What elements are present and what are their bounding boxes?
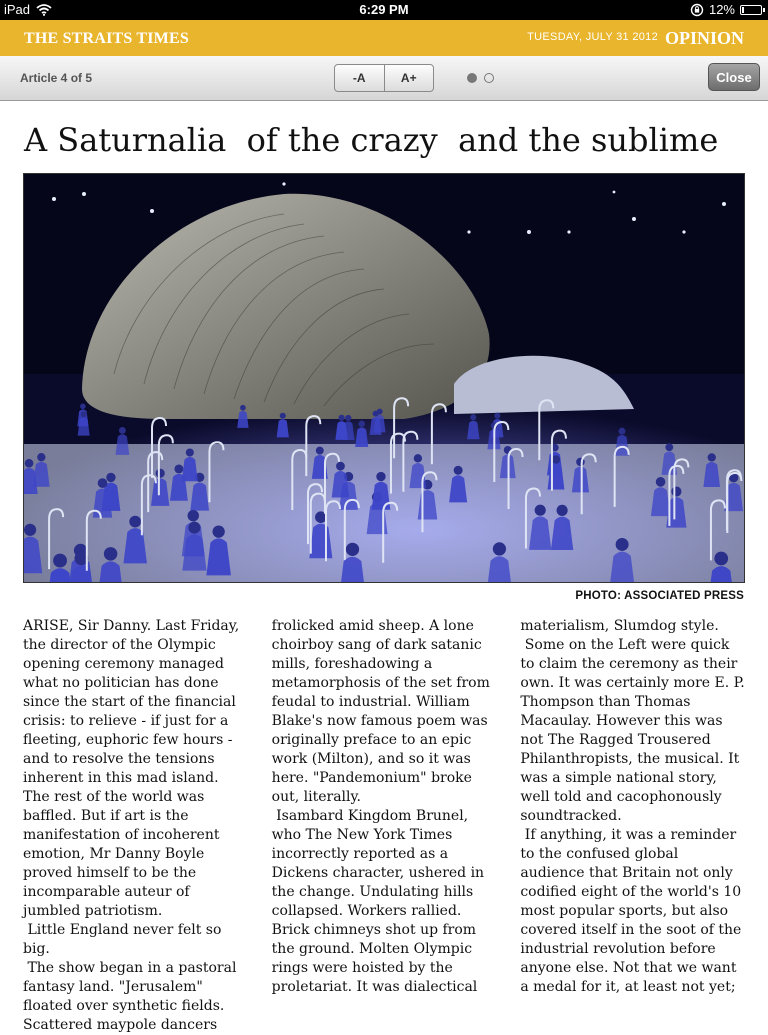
increase-font-button[interactable]: A+ xyxy=(383,65,434,91)
article-toolbar: Article 4 of 5 -A A+ Close xyxy=(0,56,768,101)
clock: 6:29 PM xyxy=(359,2,409,17)
paragraph: If anything, it was a reminder to the co… xyxy=(520,827,746,995)
text-column: frolicked amid sheep. A lone choirboy sa… xyxy=(272,617,497,1035)
paragraph: Little England never felt so big. xyxy=(23,922,226,957)
article-counter: Article 4 of 5 xyxy=(20,71,93,85)
page-indicator[interactable] xyxy=(467,73,494,83)
section-title: OPINION xyxy=(664,28,744,48)
battery-level xyxy=(742,6,745,13)
edition-date: TUESDAY, JULY 31 2012 xyxy=(527,31,658,43)
photo-credit: PHOTO: ASSOCIATED PRESS xyxy=(575,590,744,602)
paragraph: materialism, Slumdog style. xyxy=(520,618,719,634)
decrease-font-button[interactable]: -A xyxy=(335,65,384,91)
newspaper-logo: THE STRAITS TIMES xyxy=(24,30,189,47)
status-bar: iPad 6:29 PM 12% xyxy=(0,0,768,20)
page-dot[interactable] xyxy=(467,73,477,83)
text-column: ARISE, Sir Danny. Last Friday, the direc… xyxy=(23,617,248,1035)
close-button[interactable]: Close xyxy=(708,63,760,91)
paragraph: frolicked amid sheep. A lone choirboy sa… xyxy=(271,618,495,805)
paragraph: Some on the Left were quick to claim the… xyxy=(520,637,750,824)
article-body: ARISE, Sir Danny. Last Friday, the direc… xyxy=(23,617,745,1035)
masthead: THE STRAITS TIMES TUESDAY, JULY 31 2012 … xyxy=(0,20,768,56)
article-photo xyxy=(23,173,745,583)
battery-percent: 12% xyxy=(708,2,735,17)
battery-icon xyxy=(740,4,765,15)
text-column: materialism, Slumdog style. Some on the … xyxy=(520,617,745,1035)
paragraph: Isambard Kingdom Brunel, who The New Yor… xyxy=(271,808,489,995)
font-size-control: -A A+ xyxy=(334,64,434,92)
paragraph: ARISE, Sir Danny. Last Friday, the direc… xyxy=(23,618,244,919)
article-headline: A Saturnalia of the crazy and the sublim… xyxy=(24,121,719,159)
rotation-lock-icon xyxy=(690,3,704,16)
page-dot[interactable] xyxy=(484,73,494,83)
